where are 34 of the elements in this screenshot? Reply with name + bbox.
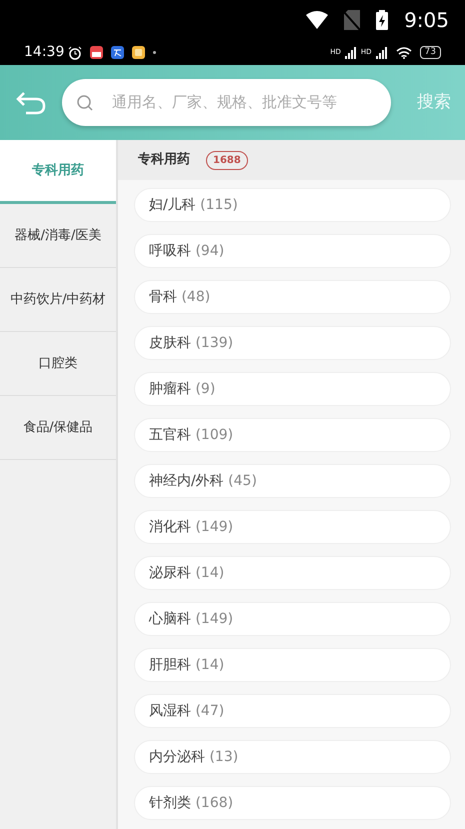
clock: 14:39 xyxy=(24,43,64,62)
app-icon xyxy=(132,46,146,59)
category-item[interactable]: 妇/儿科 (115) xyxy=(134,188,451,222)
back-icon[interactable] xyxy=(16,90,46,114)
category-item[interactable]: 肿瘤科 (9) xyxy=(134,372,451,406)
app-icon xyxy=(111,46,124,59)
search-bar[interactable]: 通用名、厂家、规格、批准文号等 xyxy=(62,79,391,126)
alarm-icon xyxy=(68,46,82,60)
signal-icon xyxy=(344,46,357,58)
category-item[interactable]: 针剂类 (168) xyxy=(134,786,451,820)
no-sim-icon xyxy=(344,10,360,30)
category-item[interactable]: 心脑科 (149) xyxy=(134,602,451,636)
category-item[interactable]: 神经内/外科 (45) xyxy=(134,464,451,498)
dot-icon xyxy=(153,51,156,54)
wifi-icon xyxy=(306,11,328,29)
count-badge: 1688 xyxy=(206,150,248,170)
category-item[interactable]: 皮肤科 (139) xyxy=(134,326,451,360)
battery-level: 73 xyxy=(420,46,441,59)
clock: 9:05 xyxy=(404,7,449,34)
signal-icon xyxy=(376,46,388,58)
search-icon xyxy=(76,94,94,112)
category-item[interactable]: 五官科 (109) xyxy=(134,418,451,452)
category-item[interactable]: 骨科 (48) xyxy=(134,280,451,314)
category-item[interactable]: 肝胆科 (14) xyxy=(134,648,451,682)
app-icon xyxy=(90,46,104,59)
category-title: 专科用药 xyxy=(138,151,190,170)
battery-charging-icon xyxy=(376,10,388,30)
wifi-icon xyxy=(396,46,412,58)
category-item[interactable]: 风湿科 (47) xyxy=(134,694,451,728)
category-item[interactable]: 消化科 (149) xyxy=(134,510,451,544)
category-item[interactable]: 泌尿科 (14) xyxy=(134,556,451,590)
category-item[interactable]: 呼吸科 (94) xyxy=(134,234,451,268)
category-item[interactable]: 内分泌科 (13) xyxy=(134,740,451,774)
search-field[interactable]: 通用名、厂家、规格、批准文号等 xyxy=(110,90,391,115)
